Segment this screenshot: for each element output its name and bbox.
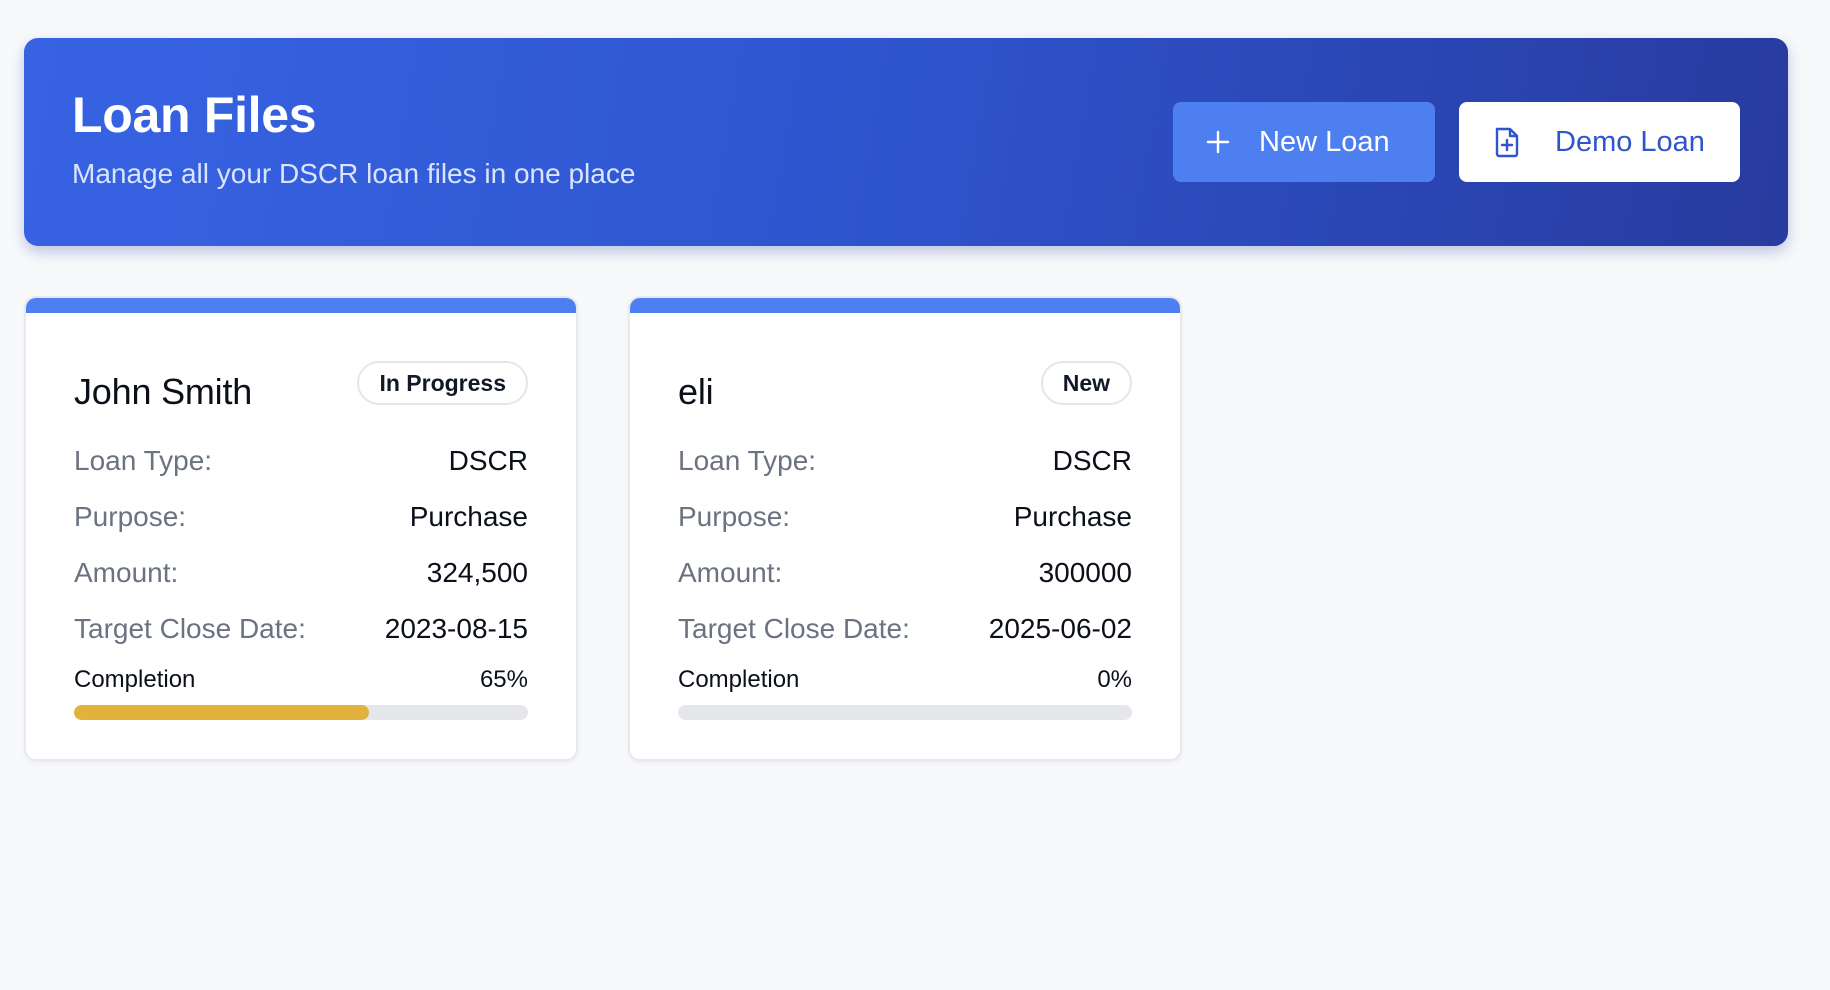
card-body: eli New Loan Type: DSCR Purpose: Purchas… [630,313,1180,720]
target-close-date-row: Target Close Date: 2023-08-15 [74,601,528,657]
file-plus-icon [1493,126,1521,158]
card-header: John Smith In Progress [74,361,528,433]
loan-type-label: Loan Type: [74,445,213,476]
page-header: Loan Files Manage all your DSCR loan fil… [24,38,1788,246]
purpose-row: Purpose: Purchase [74,489,528,545]
completion-row: Completion 0% [678,663,1132,697]
completion-percent: 65% [479,666,528,693]
demo-loan-button[interactable]: Demo Loan [1459,102,1740,182]
loan-type-value: DSCR [1052,445,1132,476]
header-actions: New Loan Demo Loan [1173,102,1740,182]
loan-type-value: DSCR [448,445,528,476]
purpose-value: Purchase [1013,501,1132,532]
target-close-date-label: Target Close Date: [678,613,910,644]
progress-bar [678,705,1132,720]
amount-row: Amount: 324,500 [74,545,528,601]
target-close-date-value: 2023-08-15 [384,613,528,644]
purpose-value: Purchase [409,501,528,532]
page: Loan Files Manage all your DSCR loan fil… [0,0,1830,990]
loan-card[interactable]: John Smith In Progress Loan Type: DSCR P… [24,296,578,761]
amount-value: 324,500 [426,557,528,588]
card-accent-bar [630,298,1180,313]
loan-card[interactable]: eli New Loan Type: DSCR Purpose: Purchas… [628,296,1182,761]
amount-label: Amount: [74,557,179,588]
loan-type-row: Loan Type: DSCR [678,433,1132,489]
completion-label: Completion [74,666,196,693]
header-text: Loan Files Manage all your DSCR loan fil… [72,86,636,191]
card-body: John Smith In Progress Loan Type: DSCR P… [26,313,576,720]
card-accent-bar [26,298,576,313]
completion-label: Completion [678,666,800,693]
amount-value: 300000 [1038,557,1132,588]
target-close-date-value: 2025-06-02 [988,613,1132,644]
loan-type-label: Loan Type: [678,445,817,476]
page-subtitle: Manage all your DSCR loan files in one p… [72,157,636,189]
amount-label: Amount: [678,557,783,588]
demo-loan-label: Demo Loan [1555,125,1705,158]
status-badge: In Progress [357,361,528,405]
completion-percent: 0% [1097,666,1132,693]
purpose-row: Purpose: Purchase [678,489,1132,545]
plus-icon [1205,129,1231,155]
amount-row: Amount: 300000 [678,545,1132,601]
new-loan-button[interactable]: New Loan [1173,102,1435,182]
target-close-date-label: Target Close Date: [74,613,306,644]
new-loan-label: New Loan [1259,125,1390,158]
progress-fill [74,705,370,720]
borrower-name: John Smith [74,371,253,412]
card-header: eli New [678,361,1132,433]
loan-card-grid: John Smith In Progress Loan Type: DSCR P… [24,296,1830,761]
page-title: Loan Files [72,86,317,143]
purpose-label: Purpose: [74,501,187,532]
purpose-label: Purpose: [678,501,791,532]
completion-row: Completion 65% [74,663,528,697]
target-close-date-row: Target Close Date: 2025-06-02 [678,601,1132,657]
status-badge: New [1040,361,1132,405]
progress-bar [74,705,528,720]
borrower-name: eli [678,371,714,412]
loan-type-row: Loan Type: DSCR [74,433,528,489]
